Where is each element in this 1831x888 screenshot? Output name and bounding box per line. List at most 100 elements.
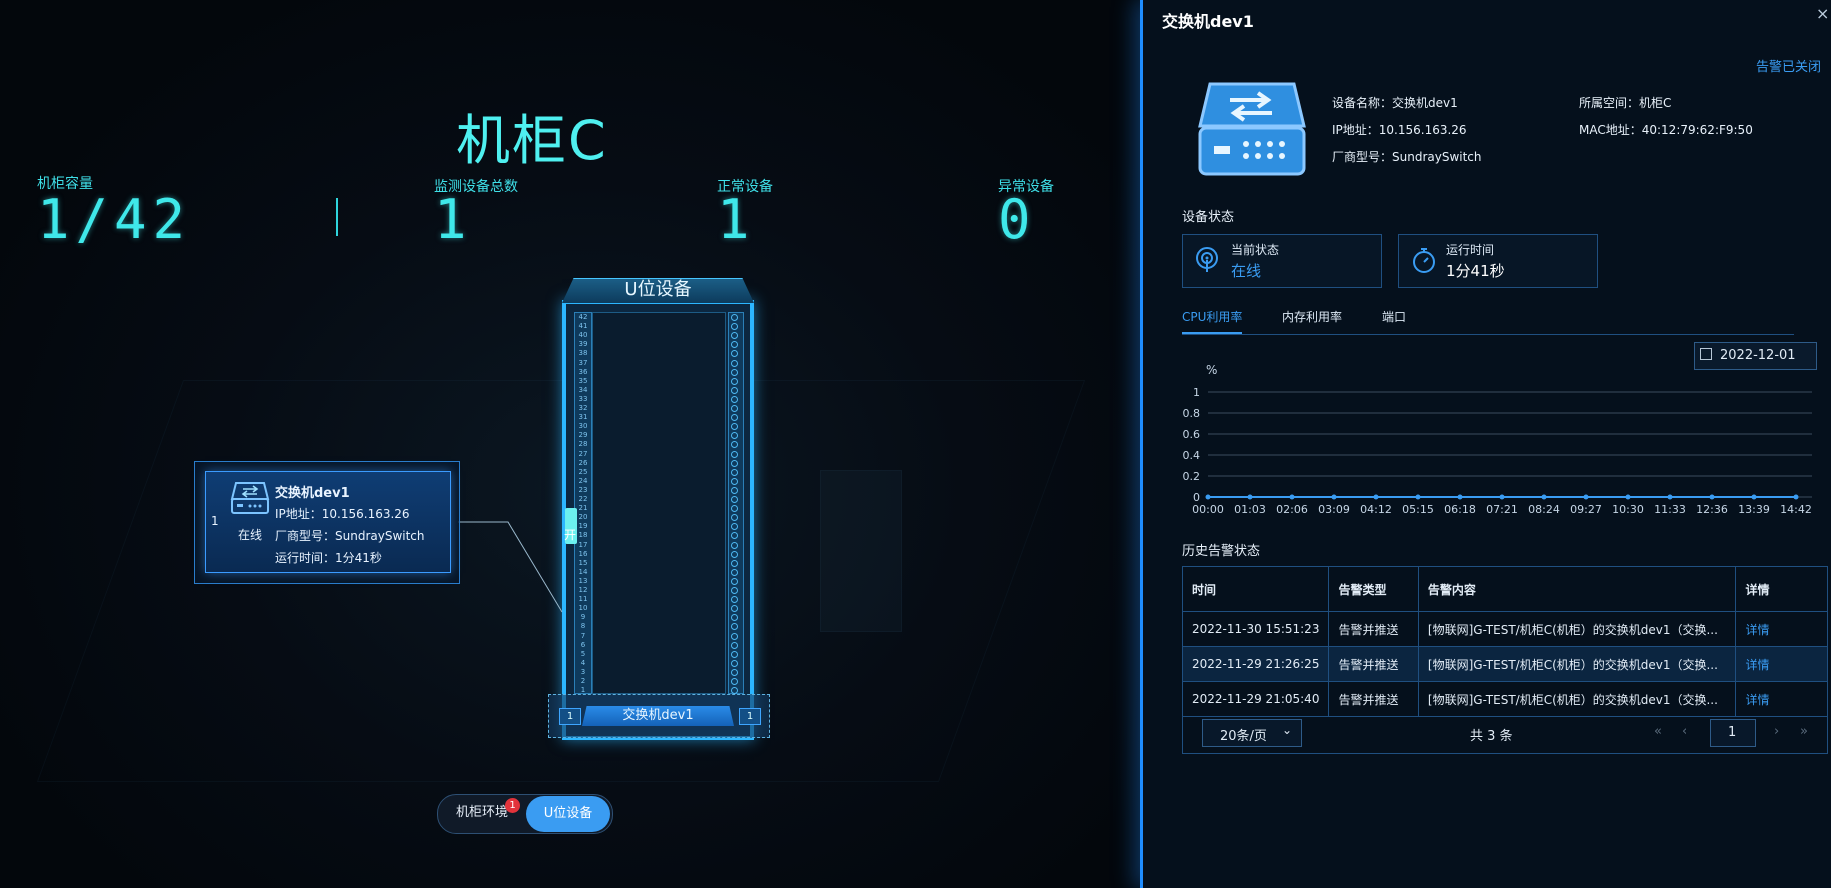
date-picker-value[interactable]: 2022-12-01 (1720, 348, 1796, 363)
switch-icon (230, 482, 270, 514)
data-point (1289, 494, 1295, 500)
tab-cpu[interactable]: CPU利用率 (1182, 308, 1242, 325)
data-point (1331, 494, 1337, 500)
toggle-u-devices[interactable]: U位设备 (526, 796, 610, 832)
cell-content: [物联网]G-TEST/机柜C(机柜）的交换机dev1（交换... (1417, 611, 1737, 647)
x-tick-label: 11:33 (1654, 503, 1686, 516)
switch-icon (1198, 82, 1306, 176)
rack-mount-hole (731, 632, 738, 640)
rack-title: U位设备 (624, 279, 692, 300)
tab-ports[interactable]: 端口 (1382, 308, 1406, 325)
stat-normal-value: 1 (717, 188, 756, 251)
y-tick-label: 1 (1193, 386, 1200, 399)
alarm-history-table: 时间 告警类型 告警内容 详情 2022-11-30 15:51:23 告警并推… (1181, 566, 1828, 717)
rack-mount-hole (731, 359, 738, 367)
rack-unit-number: 1 (580, 686, 586, 695)
chevron-down-icon[interactable]: ⌄ (1282, 723, 1292, 737)
info-device-name: 设备名称：交换机dev1 (1332, 96, 1458, 110)
x-tick-label: 13:39 (1738, 503, 1770, 516)
data-point (1499, 494, 1505, 500)
cell-time: 2022-11-30 15:51:23 (1181, 611, 1330, 647)
rack-mount-hole (731, 577, 738, 585)
device-card-name: 交换机dev1 (275, 486, 350, 501)
cpu-usage-chart: %10.80.60.40.2000:00 01:03 02:06 03:09 04:12… (1183, 363, 1812, 516)
cell-time: 2022-11-29 21:26:25 (1181, 646, 1330, 682)
cell-type: 告警并推送 (1328, 646, 1419, 682)
data-point (1373, 494, 1379, 500)
x-tick-label: 05:15 (1402, 503, 1434, 516)
runtime-value: 1分41秒 (1446, 262, 1505, 280)
x-tick-label: 10:30 (1612, 503, 1644, 516)
x-tick-label: 02:06 (1276, 503, 1308, 516)
x-tick-label: 06:18 (1444, 503, 1476, 516)
x-tick-label: 01:03 (1234, 503, 1266, 516)
rack-mount-hole (731, 386, 738, 394)
tab-active-indicator (1182, 332, 1242, 334)
stat-abnormal-value: 0 (998, 188, 1037, 251)
prev-page-icon[interactable]: ‹ (1682, 724, 1687, 739)
rack-mount-hole (731, 405, 738, 412)
data-point (1247, 494, 1253, 500)
x-tick-label: 08:24 (1528, 503, 1560, 516)
device-card-index: 1 (211, 514, 219, 528)
rack-mount-hole (731, 587, 738, 594)
rack-mount-hole (731, 659, 738, 667)
first-page-icon[interactable]: « (1654, 724, 1662, 739)
calendar-icon (1700, 348, 1712, 360)
device-u-left: 1 (559, 708, 581, 725)
info-mac: MAC地址：40:12:79:62:F9:50 (1579, 123, 1753, 137)
device-card-uptime: 运行时间：1分41秒 (275, 551, 382, 565)
rack-mount-hole (731, 668, 738, 676)
rack-mount-hole (731, 641, 738, 649)
rack-interior (592, 312, 726, 694)
stat-capacity-value: 1/42 (37, 188, 192, 251)
x-tick-label: 04:12 (1360, 503, 1392, 516)
data-point (1415, 494, 1421, 500)
col-detail: 详情 (1735, 566, 1828, 612)
page-number-value[interactable]: 1 (1728, 725, 1736, 740)
rack-mount-hole (731, 377, 738, 385)
data-point (1583, 494, 1589, 500)
table-header-row: 时间 告警类型 告警内容 详情 (1181, 566, 1828, 612)
signal-icon (1196, 247, 1218, 272)
info-ip: IP地址：10.156.163.26 (1332, 123, 1467, 137)
device-card-ip: IP地址：10.156.163.26 (275, 507, 410, 521)
detail-link[interactable]: 详情 (1735, 646, 1828, 682)
rack-mount-hole (731, 568, 738, 576)
rack-device-bar[interactable]: 交换机dev1 (582, 706, 734, 726)
table-row: 2022-11-30 15:51:23 告警并推送 [物联网]G-TEST/机柜… (1181, 611, 1828, 647)
data-point (1625, 494, 1631, 500)
tab-memory[interactable]: 内存利用率 (1282, 308, 1342, 325)
next-page-icon[interactable]: › (1774, 724, 1779, 739)
y-tick-label: 0.6 (1183, 428, 1201, 441)
x-tick-label: 03:09 (1318, 503, 1350, 516)
rack-mount-hole (731, 678, 738, 685)
background-decoration (820, 470, 902, 632)
alarm-history-heading: 历史告警状态 (1182, 544, 1261, 559)
x-tick-label: 00:00 (1192, 503, 1224, 516)
data-point (1667, 494, 1673, 500)
detail-link[interactable]: 详情 (1735, 611, 1828, 647)
rack-mount-hole (731, 650, 738, 658)
rack-mount-hole (731, 496, 738, 503)
cell-content: [物联网]G-TEST/机柜C(机柜）的交换机dev1（交换... (1417, 646, 1737, 682)
col-content: 告警内容 (1417, 566, 1737, 612)
info-vendor: 厂商型号：SundraySwitch (1332, 150, 1482, 164)
alarm-closed-link[interactable]: 告警已关闭 (1756, 56, 1821, 75)
x-tick-label: 09:27 (1570, 503, 1602, 516)
stopwatch-icon (1413, 248, 1435, 273)
close-icon[interactable]: × (1816, 4, 1829, 23)
rack-mount-hole (731, 559, 738, 567)
rack-mount-hole (731, 368, 738, 376)
page-size-value[interactable]: 20条/页 (1220, 725, 1267, 744)
device-u-right: 1 (739, 708, 761, 725)
current-status-label: 当前状态 (1231, 243, 1280, 257)
y-tick-label: 0.8 (1183, 407, 1201, 420)
rack-mount-hole (731, 314, 738, 321)
last-page-icon[interactable]: » (1800, 724, 1808, 739)
device-status-heading: 设备状态 (1182, 210, 1235, 225)
rack-mount-hole (731, 459, 738, 467)
cell-type: 告警并推送 (1328, 611, 1419, 647)
rack-mount-hole (731, 468, 738, 476)
table-row: 2022-11-29 21:26:25 告警并推送 [物联网]G-TEST/机柜… (1181, 646, 1828, 682)
